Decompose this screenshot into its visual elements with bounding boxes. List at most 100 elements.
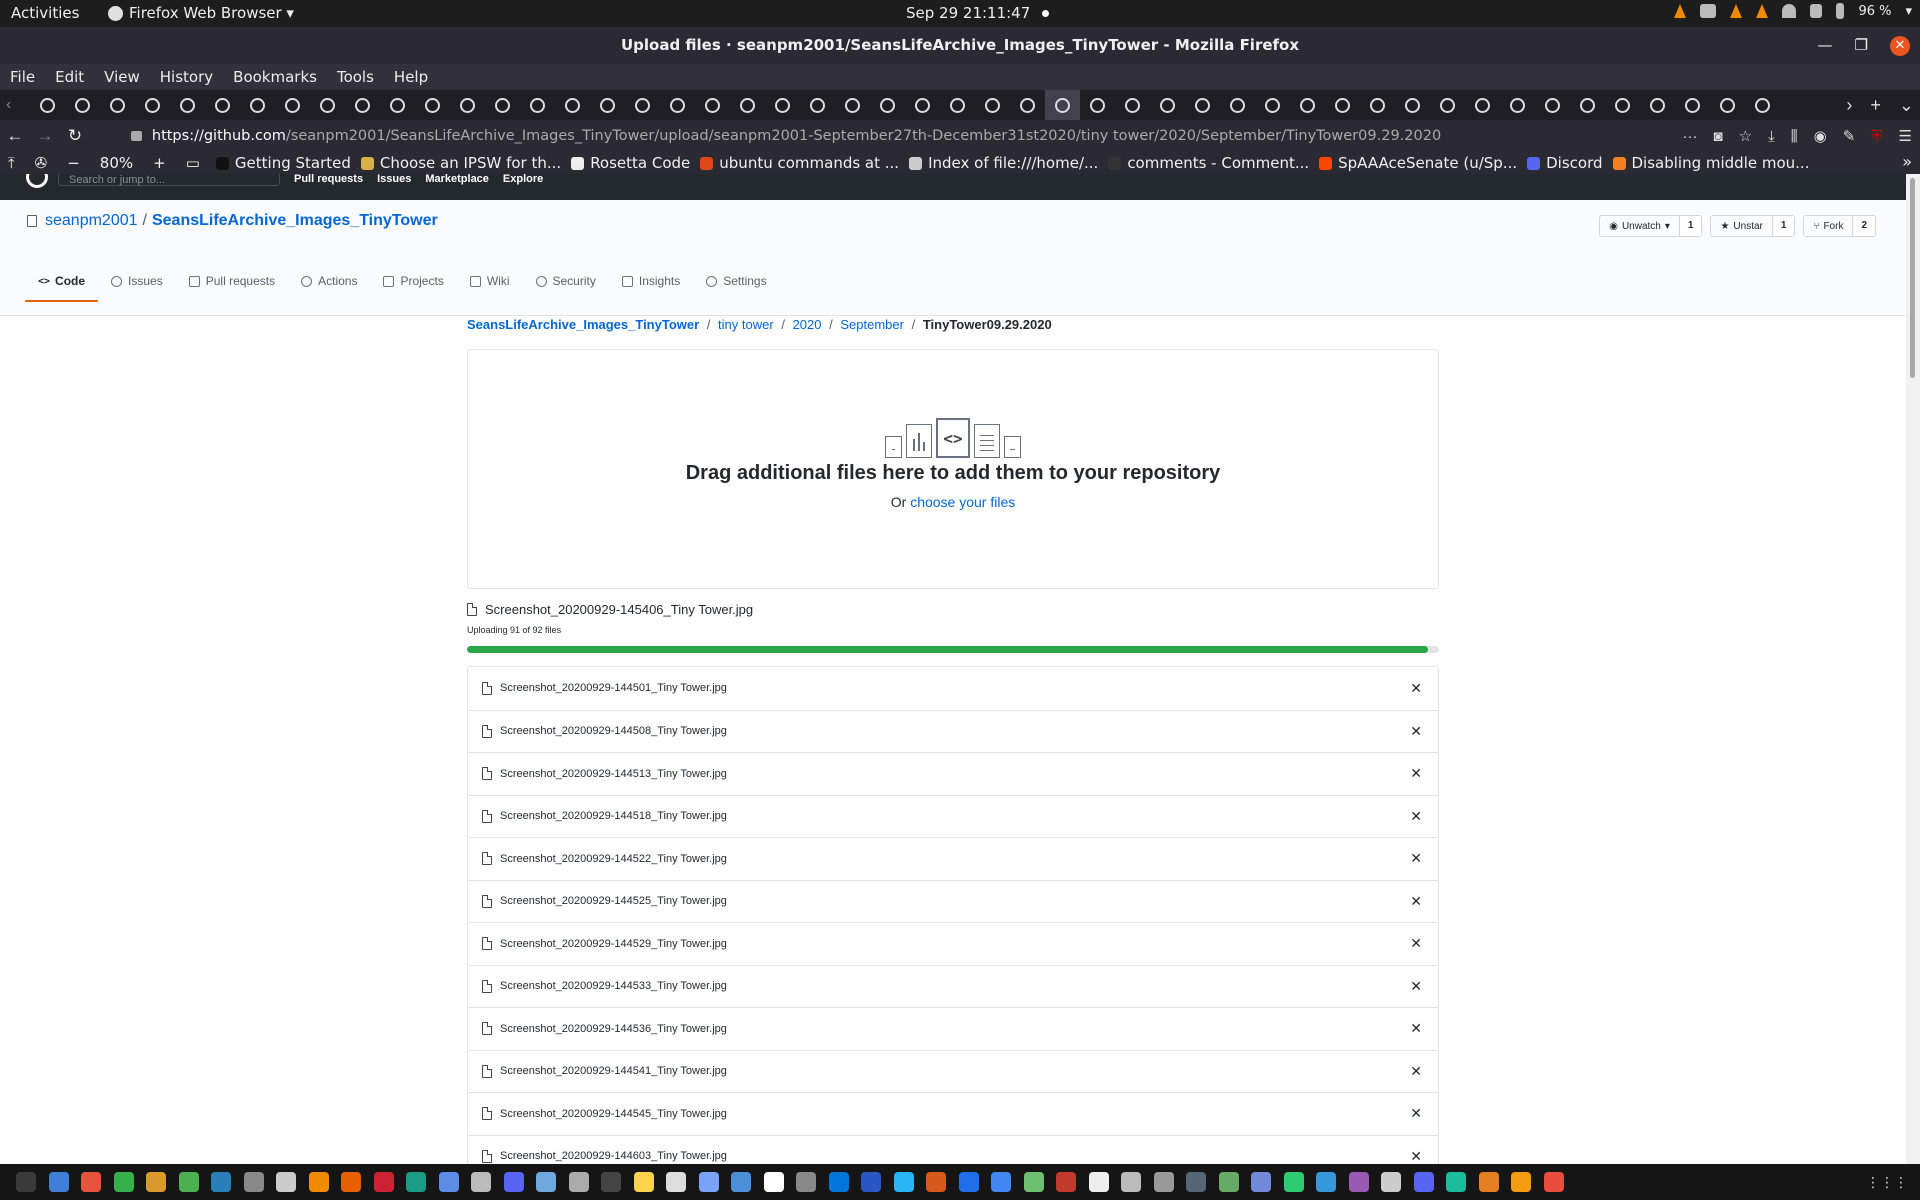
pocket-icon[interactable]: ◙ xyxy=(1714,128,1723,145)
page-scrollbar[interactable] xyxy=(1906,174,1920,1164)
remove-file-button[interactable]: ✕ xyxy=(1410,680,1422,697)
url-bar[interactable]: ⛉ https://github.com /seanpm2001/SeansLi… xyxy=(118,124,1668,148)
browser-tab[interactable] xyxy=(275,90,310,120)
browser-tab[interactable] xyxy=(905,90,940,120)
bookmark-item[interactable]: Rosetta Code xyxy=(571,154,690,172)
tab-scroll-right-icon[interactable]: › xyxy=(1846,95,1852,116)
account-icon[interactable]: ◉ xyxy=(1814,127,1827,145)
remove-file-button[interactable]: ✕ xyxy=(1410,765,1422,782)
zoom-out-icon[interactable]: − xyxy=(67,154,80,172)
minimize-icon[interactable]: — xyxy=(1818,27,1833,64)
browser-tab[interactable] xyxy=(310,90,345,120)
browser-tab[interactable] xyxy=(1430,90,1465,120)
menu-view[interactable]: View xyxy=(104,68,140,86)
browser-tab[interactable] xyxy=(485,90,520,120)
dock-app-icon[interactable] xyxy=(81,1172,102,1192)
dock-app-icon[interactable] xyxy=(113,1172,134,1192)
browser-tab[interactable] xyxy=(1745,90,1780,120)
forward-icon[interactable]: → xyxy=(30,126,60,146)
repo-owner-link[interactable]: seanpm2001 xyxy=(45,212,138,230)
screenshot-icon[interactable]: ⤒ xyxy=(8,154,15,172)
browser-tab[interactable] xyxy=(1675,90,1710,120)
remove-file-button[interactable]: ✕ xyxy=(1410,808,1422,825)
remove-file-button[interactable]: ✕ xyxy=(1410,978,1422,995)
menu-history[interactable]: History xyxy=(160,68,213,86)
star-count[interactable]: 1 xyxy=(1771,216,1795,236)
maximize-icon[interactable]: ❐ xyxy=(1855,27,1868,64)
unstar-button[interactable]: ★ Unstar xyxy=(1711,216,1771,236)
dock-app-icon[interactable] xyxy=(1446,1172,1467,1192)
search-input[interactable]: Search or jump to... xyxy=(58,174,280,186)
watch-count[interactable]: 1 xyxy=(1678,216,1702,236)
reload-icon[interactable]: ↻ xyxy=(60,126,90,146)
browser-tab[interactable] xyxy=(1185,90,1220,120)
breadcrumb-september[interactable]: September xyxy=(840,317,904,332)
browser-tab[interactable] xyxy=(450,90,485,120)
back-icon[interactable]: ← xyxy=(0,126,30,146)
breadcrumb-current-folder[interactable]: TinyTower09.29.2020 xyxy=(923,317,1052,332)
browser-tab[interactable] xyxy=(520,90,555,120)
tab-issues[interactable]: Issues xyxy=(98,274,176,302)
browser-tab[interactable] xyxy=(1080,90,1115,120)
header-nav-pulls[interactable]: Pull requests xyxy=(294,174,363,185)
dock-app-icon[interactable] xyxy=(861,1172,882,1192)
dock-app-icon[interactable] xyxy=(146,1172,167,1192)
dock-app-icon[interactable] xyxy=(991,1172,1012,1192)
breadcrumb-repo-link[interactable]: SeansLifeArchive_Images_TinyTower xyxy=(467,317,699,332)
browser-tab[interactable] xyxy=(835,90,870,120)
tab-pull-requests[interactable]: Pull requests xyxy=(176,274,288,302)
browser-tab[interactable] xyxy=(240,90,275,120)
bookmarks-overflow-icon[interactable]: » xyxy=(1902,152,1912,171)
breadcrumb-tiny-tower[interactable]: tiny tower xyxy=(718,317,774,332)
browser-tab[interactable] xyxy=(65,90,100,120)
choose-files-link[interactable]: choose your files xyxy=(910,494,1015,510)
dock-app-icon[interactable] xyxy=(536,1172,557,1192)
dock-app-icon[interactable] xyxy=(276,1172,297,1192)
dock-app-icon[interactable] xyxy=(828,1172,849,1192)
bookmark-item[interactable]: Getting Started xyxy=(215,154,351,172)
header-nav-issues[interactable]: Issues xyxy=(377,174,411,185)
dock-app-icon[interactable] xyxy=(926,1172,947,1192)
dock-app-icon[interactable] xyxy=(471,1172,492,1192)
app-menu[interactable]: Firefox Web Browser ▾ xyxy=(108,4,294,22)
dock-app-icon[interactable] xyxy=(1218,1172,1239,1192)
ublock-icon[interactable]: ⛨ xyxy=(1871,128,1882,145)
tab-code[interactable]: <> Code xyxy=(25,274,99,302)
dock-app-icon[interactable] xyxy=(1088,1172,1109,1192)
menu-file[interactable]: File xyxy=(10,68,35,86)
dock-app-icon[interactable] xyxy=(1316,1172,1337,1192)
dock-app-icon[interactable] xyxy=(568,1172,589,1192)
tab-projects[interactable]: Projects xyxy=(370,274,456,302)
browser-tab[interactable] xyxy=(940,90,975,120)
bookmark-item[interactable]: Disabling middle mou... xyxy=(1612,154,1809,172)
browser-tab[interactable] xyxy=(1325,90,1360,120)
list-all-tabs-icon[interactable]: ⌄ xyxy=(1899,95,1914,116)
dock-app-icon[interactable] xyxy=(373,1172,394,1192)
dock-app-icon[interactable] xyxy=(1251,1172,1272,1192)
dock-app-icon[interactable] xyxy=(1413,1172,1434,1192)
browser-tab[interactable] xyxy=(1500,90,1535,120)
dock-app-icon[interactable] xyxy=(1543,1172,1564,1192)
tab-wiki[interactable]: Wiki xyxy=(457,274,523,302)
dock-app-icon[interactable] xyxy=(601,1172,622,1192)
dock-app-icon[interactable] xyxy=(796,1172,817,1192)
download-icon[interactable]: ⤓ xyxy=(1768,128,1775,145)
zoom-level[interactable]: 80% xyxy=(100,154,133,172)
dock-app-icon[interactable] xyxy=(763,1172,784,1192)
extension-icon[interactable]: ✎ xyxy=(1843,127,1856,145)
browser-tab[interactable] xyxy=(1570,90,1605,120)
dock-app-icon[interactable] xyxy=(211,1172,232,1192)
menu-tools[interactable]: Tools xyxy=(337,68,374,86)
browser-tab[interactable] xyxy=(1465,90,1500,120)
remove-file-button[interactable]: ✕ xyxy=(1410,935,1422,952)
browser-tab[interactable] xyxy=(1150,90,1185,120)
zoom-in-icon[interactable]: + xyxy=(153,154,166,172)
fork-button[interactable]: ⑂ Fork xyxy=(1804,216,1852,236)
remove-file-button[interactable]: ✕ xyxy=(1410,893,1422,910)
header-nav-explore[interactable]: Explore xyxy=(503,174,543,185)
browser-tab[interactable] xyxy=(695,90,730,120)
dock-app-icon[interactable] xyxy=(1121,1172,1142,1192)
dock-app-icon[interactable] xyxy=(731,1172,752,1192)
browser-tab[interactable] xyxy=(345,90,380,120)
browser-tab[interactable] xyxy=(135,90,170,120)
